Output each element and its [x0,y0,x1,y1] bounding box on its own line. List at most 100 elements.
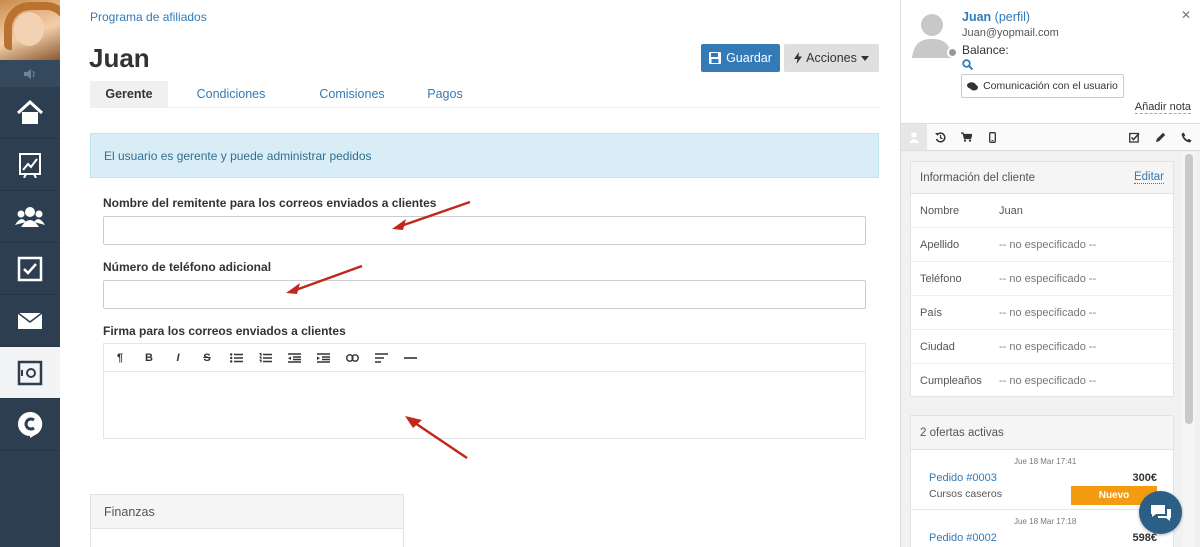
horizontal-rule-icon[interactable] [402,350,418,366]
phone-icon [1181,132,1191,142]
info-value: -- no especificado -- [999,238,1097,251]
tab-history[interactable] [927,124,953,150]
tab-gerente[interactable]: Gerente [90,81,168,107]
finance-panel: Finanzas [90,494,404,547]
scrollbar-thumb[interactable] [1185,154,1193,424]
info-row-city: Ciudad -- no especificado -- [911,330,1173,364]
tab-profile[interactable] [901,124,927,150]
phone-label: Número de teléfono adicional [103,260,272,274]
search-icon[interactable] [962,59,973,70]
customer-email: Juan@yopmail.com [962,27,1059,39]
order-price: 598€ [1132,532,1157,544]
chat-widget-button[interactable] [1139,491,1182,534]
edit-customer-link[interactable]: Editar [1133,171,1164,184]
breadcrumb-affiliates[interactable]: Programa de afiliados [90,10,207,24]
communication-button[interactable]: Comunicación con el usuario [961,74,1124,98]
info-key: Teléfono [920,272,962,285]
customer-header: Juan (perfil) Juan@yopmail.com Balance: … [901,0,1200,124]
tab-pagos[interactable]: Pagos [410,81,480,107]
customer-balance: Balance: [962,43,1009,57]
home-icon [16,99,44,124]
sidebar-item-safe[interactable] [0,347,60,399]
tab-calls[interactable] [1173,124,1199,150]
sender-name-label: Nombre del remitente para los correos en… [103,196,437,210]
sidebar-item-analytics[interactable] [0,139,60,191]
bolt-icon [794,52,803,64]
tab-condiciones[interactable]: Condiciones [168,81,294,107]
order-link[interactable]: Pedido #0003 [929,472,997,484]
sidebar-item-mail[interactable] [0,295,60,347]
tab-notes[interactable] [1147,124,1173,150]
user-avatar[interactable] [0,0,60,60]
main-sidebar [0,0,60,547]
checkbox-icon [1128,132,1140,143]
page-title: Juan [89,43,150,73]
numbered-list-icon[interactable] [257,350,273,366]
actions-dropdown[interactable]: Acciones [784,44,879,72]
tab-comisiones[interactable]: Comisiones [294,81,410,107]
align-left-icon[interactable] [373,350,389,366]
order-date: Jue 18 Mar 17:18 [1014,517,1077,526]
save-label: Guardar [726,51,772,65]
info-row-phone: Teléfono -- no especificado -- [911,262,1173,296]
editor-toolbar: ¶ B I S [104,344,865,372]
save-button[interactable]: Guardar [701,44,780,72]
indent-icon[interactable] [315,350,331,366]
sender-name-input[interactable] [103,216,866,245]
info-value: -- no especificado -- [999,375,1097,387]
phone-input[interactable] [103,280,866,309]
sidebar-item-users[interactable] [0,191,60,243]
tab-orders[interactable] [953,124,979,150]
tab-tasks[interactable] [1121,124,1147,150]
paragraph-icon[interactable]: ¶ [112,350,128,366]
info-value: -- no especificado -- [999,340,1097,353]
customer-tabs [901,124,1200,151]
customer-info-box: Información del cliente Editar Nombre Jua… [910,161,1174,397]
info-key: Cumpleaños [920,375,982,387]
italic-icon[interactable]: I [170,350,186,366]
sidebar-item-home[interactable] [0,87,60,139]
chart-icon [19,152,41,178]
close-icon[interactable]: ✕ [1181,8,1191,22]
order-item: Jue 18 Mar 17:41 Pedido #0003 300€ Curso… [911,450,1173,510]
customer-info-title: Información del cliente [920,171,1036,184]
outdent-icon[interactable] [286,350,302,366]
info-key: País [920,306,943,319]
order-link[interactable]: Pedido #0002 [929,532,997,544]
annotation-arrow-1 [392,200,471,230]
info-value: -- no especificado -- [999,272,1097,285]
pencil-icon [1155,132,1165,142]
order-date: Jue 18 Mar 17:41 [1014,457,1077,466]
annotation-arrow-2 [286,264,363,294]
volume-icon[interactable] [0,60,60,87]
sidebar-item-brand[interactable] [0,399,60,451]
info-key: Ciudad [920,340,955,353]
comments-icon [967,81,979,90]
manager-info-alert: El usuario es gerente y puede administra… [90,133,879,178]
sidebar-item-tasks[interactable] [0,243,60,295]
chat-icon [1150,504,1171,521]
strikethrough-icon[interactable]: S [199,350,215,366]
order-product: Cursos caseros [929,488,1002,500]
active-orders-box: 2 ofertas activas Jue 18 Mar 17:41 Pedid… [910,415,1174,547]
info-row-country: País -- no especificado -- [911,296,1173,330]
tab-device[interactable] [979,124,1005,150]
annotation-arrow-3 [405,416,468,460]
customer-profile-link[interactable]: (perfil) [995,10,1030,24]
customer-name[interactable]: Juan [962,10,991,24]
users-icon [15,206,45,227]
mobile-icon [988,131,996,143]
bold-icon[interactable]: B [141,350,157,366]
communication-label: Comunicación con el usuario [983,80,1118,92]
add-note-link[interactable]: Añadir nota [1134,101,1191,114]
customer-info-header: Información del cliente Editar [911,162,1173,194]
info-value: Juan [999,204,1023,217]
bullet-list-icon[interactable] [228,350,244,366]
link-icon[interactable] [344,350,360,366]
caret-down-icon [860,55,869,61]
info-row-birthday: Cumpleaños -- no especificado -- [911,364,1173,398]
safe-icon [17,360,43,385]
panel-scrollbar[interactable] [1183,152,1195,547]
signature-editor-area[interactable] [104,372,865,438]
info-key: Nombre [920,204,960,217]
